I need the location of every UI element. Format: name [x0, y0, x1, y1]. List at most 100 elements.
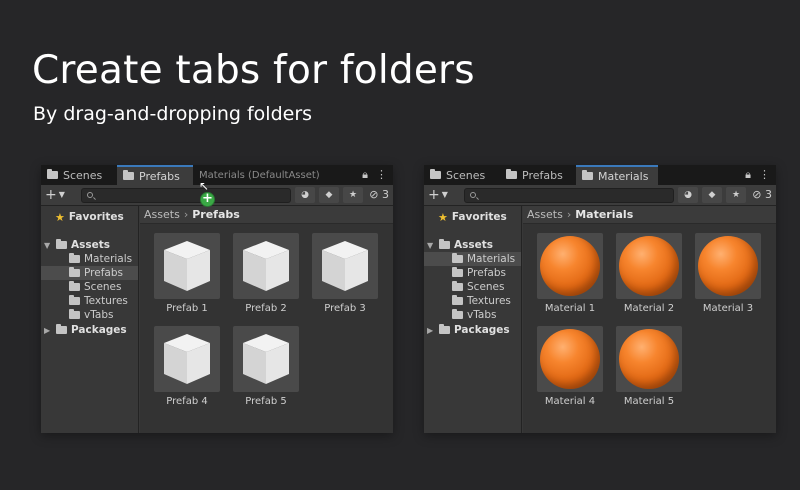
tab-label: Scenes — [446, 168, 486, 182]
star-icon: ★ — [55, 210, 65, 224]
material-thumbnail[interactable] — [616, 233, 682, 299]
more-icon[interactable]: ⋮ — [759, 168, 770, 182]
tab-bar: Scenes Prefabs Materials 🔒︎ ⋮ — [424, 165, 776, 185]
prefab-cube-thumbnail[interactable] — [312, 233, 378, 299]
expand-arrow-icon[interactable]: ▼ — [427, 241, 435, 250]
tree-item-prefabs[interactable]: Prefabs — [424, 266, 521, 280]
search-input[interactable] — [81, 188, 291, 203]
tree-item-packages[interactable]: ▶ Packages — [424, 323, 521, 337]
tree-item-assets[interactable]: ▼ Assets — [424, 238, 521, 252]
tab-scenes[interactable]: Scenes — [41, 165, 117, 185]
filter-by-type-button[interactable]: ◕ — [295, 187, 315, 203]
add-button[interactable]: + ▼ — [45, 188, 65, 202]
material-sphere-icon — [698, 236, 758, 296]
folder-icon — [439, 324, 450, 334]
folder-icon — [452, 267, 463, 277]
asset-label: Material 3 — [702, 303, 754, 314]
material-thumbnail[interactable] — [695, 233, 761, 299]
asset-label: Material 2 — [623, 303, 675, 314]
tab-scenes[interactable]: Scenes — [424, 165, 500, 185]
material-thumbnail[interactable] — [537, 233, 603, 299]
folder-icon — [506, 169, 517, 179]
tree-item-prefabs[interactable]: Prefabs — [41, 266, 138, 280]
asset-label: Prefab 2 — [245, 303, 287, 314]
folder-tree: ★ Favorites ▼ Assets Materials Prefabs S… — [424, 206, 522, 433]
search-icon — [470, 192, 476, 198]
asset-label: Prefab 4 — [166, 396, 208, 407]
cube-icon — [243, 241, 289, 291]
more-icon[interactable]: ⋮ — [376, 168, 387, 182]
tab-tools: 🔒︎ ⋮ — [745, 168, 770, 182]
tree-item-scenes[interactable]: Scenes — [41, 280, 138, 294]
breadcrumb-root[interactable]: Assets — [527, 208, 563, 221]
prefab-cube-thumbnail[interactable] — [233, 326, 299, 392]
breadcrumb: Assets › Materials — [523, 206, 776, 224]
tree-item-materials[interactable]: Materials — [424, 252, 521, 266]
favorite-star-button[interactable]: ★ — [726, 187, 746, 203]
tab-materials[interactable]: Materials — [576, 165, 658, 185]
prefab-cube-thumbnail[interactable] — [233, 233, 299, 299]
material-thumbnail[interactable] — [537, 326, 603, 392]
tree-label: Packages — [71, 324, 127, 336]
folder-icon — [69, 309, 80, 319]
filter-by-label-button[interactable]: ◆ — [319, 187, 339, 203]
breadcrumb-current[interactable]: Materials — [575, 208, 633, 221]
tree-item-vtabs[interactable]: vTabs — [41, 308, 138, 322]
favorite-star-button[interactable]: ★ — [343, 187, 363, 203]
folder-icon — [123, 170, 134, 180]
chevron-down-icon: ▼ — [58, 190, 65, 199]
tab-prefabs[interactable]: Prefabs — [500, 165, 576, 185]
folder-icon — [69, 295, 80, 305]
lock-icon[interactable]: 🔒︎ — [362, 168, 368, 182]
tree-label: Assets — [71, 239, 111, 251]
material-thumbnail[interactable] — [616, 326, 682, 392]
tree-item-assets[interactable]: ▼ Assets — [41, 238, 138, 252]
tree-item-packages[interactable]: ▶ Packages — [41, 323, 138, 337]
tree-item-scenes[interactable]: Scenes — [424, 280, 521, 294]
lock-icon[interactable]: 🔒︎ — [745, 168, 751, 182]
tree-label: Scenes — [84, 281, 122, 293]
folder-icon — [69, 267, 80, 277]
breadcrumb-separator-icon: › — [566, 208, 572, 221]
prefab-cube-thumbnail[interactable] — [154, 233, 220, 299]
cube-icon — [164, 241, 210, 291]
tree-label: Favorites — [68, 211, 124, 223]
hidden-packages-toggle[interactable]: ⊘ 3 — [752, 188, 772, 201]
folder-icon — [69, 281, 80, 291]
hidden-packages-toggle[interactable]: ⊘ 3 — [369, 188, 389, 201]
tree-item-favorites[interactable]: ★ Favorites — [424, 210, 521, 224]
material-sphere-icon — [540, 329, 600, 389]
tree-item-textures[interactable]: Textures — [41, 294, 138, 308]
material-sphere-icon — [619, 329, 679, 389]
tree-item-favorites[interactable]: ★ Favorites — [41, 210, 138, 224]
folder-tree: ★ Favorites ▼ Assets Materials Prefabs S… — [41, 206, 139, 433]
tree-label: vTabs — [84, 309, 114, 321]
prefab-cube-thumbnail[interactable] — [154, 326, 220, 392]
asset-label: Prefab 3 — [324, 303, 366, 314]
add-button[interactable]: + ▼ — [428, 188, 448, 202]
star-icon: ★ — [438, 210, 448, 224]
filter-by-label-button[interactable]: ◆ — [702, 187, 722, 203]
tab-tools: 🔒︎ ⋮ — [362, 168, 387, 182]
tree-item-vtabs[interactable]: vTabs — [424, 308, 521, 322]
expand-arrow-icon[interactable]: ▶ — [427, 326, 435, 335]
folder-icon — [430, 169, 441, 179]
expand-arrow-icon[interactable]: ▶ — [44, 326, 52, 335]
chevron-down-icon: ▼ — [441, 190, 448, 199]
search-input[interactable] — [464, 188, 674, 203]
dragged-tab[interactable]: Materials (DefaultAsset) — [193, 165, 326, 185]
toolbar: + ▼ ◕ ◆ ★ ⊘ 3 — [424, 185, 776, 206]
expand-arrow-icon[interactable]: ▼ — [44, 241, 52, 250]
breadcrumb-current[interactable]: Prefabs — [192, 208, 240, 221]
tree-item-textures[interactable]: Textures — [424, 294, 521, 308]
filter-by-type-button[interactable]: ◕ — [678, 187, 698, 203]
folder-icon — [452, 253, 463, 263]
tree-label: Favorites — [451, 211, 507, 223]
tree-item-materials[interactable]: Materials — [41, 252, 138, 266]
folder-icon — [47, 169, 58, 179]
tab-label: Prefabs — [139, 169, 180, 183]
tree-label: Scenes — [467, 281, 505, 293]
breadcrumb-root[interactable]: Assets — [144, 208, 180, 221]
tab-prefabs[interactable]: Prefabs — [117, 165, 193, 185]
dragged-tab-label: Materials (DefaultAsset) — [199, 169, 320, 181]
